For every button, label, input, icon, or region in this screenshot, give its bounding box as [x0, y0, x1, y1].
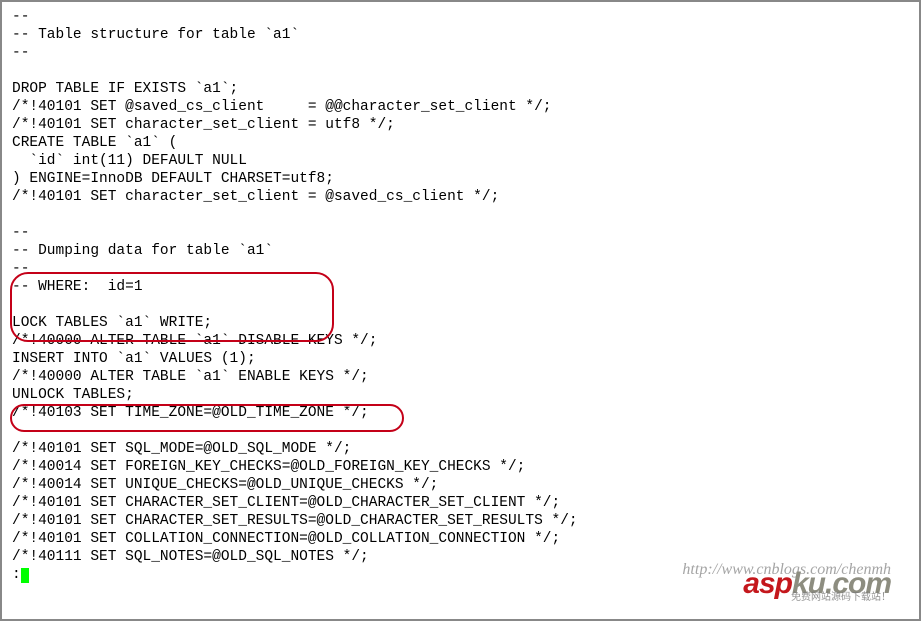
cursor-icon: [21, 568, 29, 583]
code-line: --: [12, 261, 29, 277]
code-line: /*!40101 SET @saved_cs_client = @@charac…: [12, 99, 552, 115]
code-line: -- Table structure for table `a1`: [12, 27, 299, 43]
code-line: --: [12, 225, 29, 241]
code-line: UNLOCK TABLES;: [12, 387, 134, 403]
prompt-prefix: :: [12, 567, 21, 583]
code-line: ) ENGINE=InnoDB DEFAULT CHARSET=utf8;: [12, 171, 334, 187]
code-line: -- Dumping data for table `a1`: [12, 243, 273, 259]
code-line: /*!40000 ALTER TABLE `a1` ENABLE KEYS */…: [12, 369, 369, 385]
code-line: /*!40000 ALTER TABLE `a1` DISABLE KEYS *…: [12, 333, 377, 349]
code-line: CREATE TABLE `a1` (: [12, 135, 177, 151]
code-line: /*!40014 SET UNIQUE_CHECKS=@OLD_UNIQUE_C…: [12, 477, 438, 493]
code-line: /*!40103 SET TIME_ZONE=@OLD_TIME_ZONE */…: [12, 405, 369, 421]
code-line: -- WHERE: id=1: [12, 279, 143, 295]
code-line: /*!40101 SET character_set_client = @sav…: [12, 189, 499, 205]
code-line: LOCK TABLES `a1` WRITE;: [12, 315, 212, 331]
code-line: INSERT INTO `a1` VALUES (1);: [12, 351, 256, 367]
code-line: /*!40101 SET character_set_client = utf8…: [12, 117, 395, 133]
code-line: /*!40101 SET SQL_MODE=@OLD_SQL_MODE */;: [12, 441, 351, 457]
code-line: --: [12, 45, 29, 61]
code-line: --: [12, 9, 29, 25]
code-window: -- -- Table structure for table `a1` -- …: [0, 0, 921, 621]
code-line: `id` int(11) DEFAULT NULL: [12, 153, 247, 169]
code-line: /*!40101 SET COLLATION_CONNECTION=@OLD_C…: [12, 531, 560, 547]
watermark-subtitle: 免费网站源码下载站！: [682, 589, 891, 607]
code-line: /*!40014 SET FOREIGN_KEY_CHECKS=@OLD_FOR…: [12, 459, 525, 475]
code-line: /*!40101 SET CHARACTER_SET_RESULTS=@OLD_…: [12, 513, 578, 529]
sql-dump-code: -- -- Table structure for table `a1` -- …: [2, 2, 919, 588]
code-line: DROP TABLE IF EXISTS `a1`;: [12, 81, 238, 97]
code-line: /*!40111 SET SQL_NOTES=@OLD_SQL_NOTES */…: [12, 549, 369, 565]
code-line: /*!40101 SET CHARACTER_SET_CLIENT=@OLD_C…: [12, 495, 560, 511]
